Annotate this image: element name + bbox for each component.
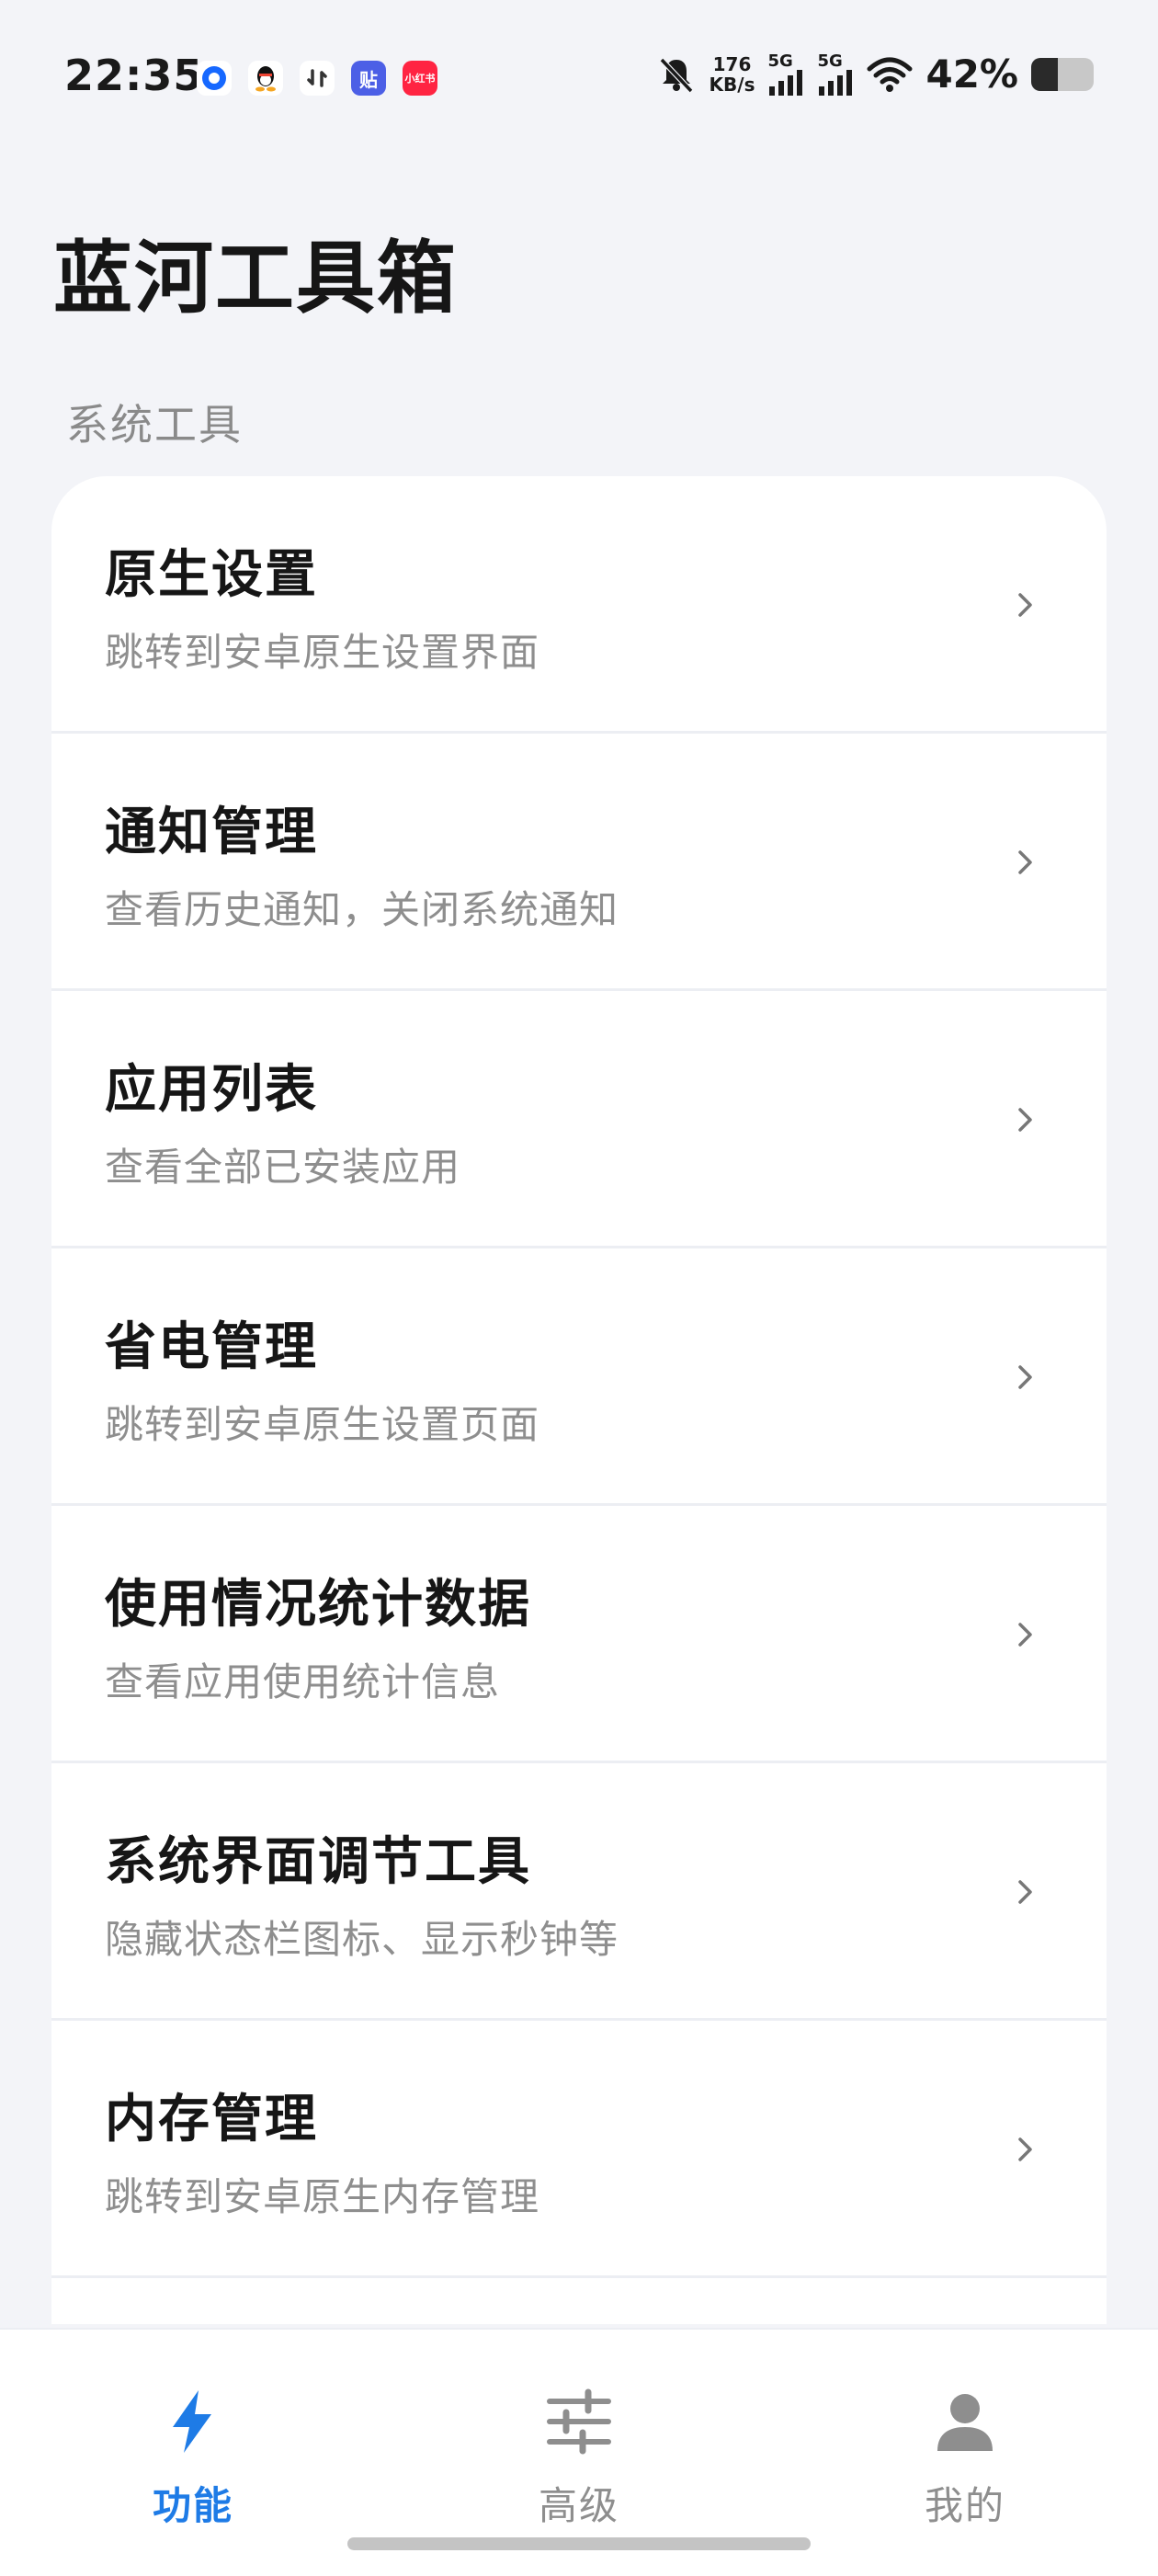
page-title: 蓝河工具箱 (53, 233, 458, 325)
tools-list: 原生设置 跳转到安卓原生设置界面 通知管理 查看历史通知，关闭系统通知 应用列表… (51, 476, 1107, 2324)
tab-label: 高级 (538, 2483, 619, 2528)
list-item-app-list[interactable]: 应用列表 查看全部已安装应用 (51, 991, 1107, 1248)
home-indicator[interactable] (347, 2537, 811, 2550)
list-item-memory-management[interactable]: 内存管理 跳转到安卓原生内存管理 (51, 2021, 1107, 2278)
list-item-notification-management[interactable]: 通知管理 查看历史通知，关闭系统通知 (51, 734, 1107, 991)
item-subtitle: 查看全部已安装应用 (105, 1145, 461, 1190)
battery-fill (1031, 57, 1058, 91)
chevron-right-icon (1018, 1880, 1032, 1904)
battery-percent: 42% (925, 51, 1018, 97)
item-subtitle: 跳转到安卓原生设置界面 (105, 630, 540, 675)
item-title: 应用列表 (105, 1060, 318, 1120)
network-speed: 176 KB/s (710, 54, 755, 95)
list-item-usage-stats[interactable]: 使用情况统计数据 查看应用使用统计信息 (51, 1506, 1107, 1763)
chevron-right-icon (1018, 2137, 1032, 2161)
sim2-label: 5G (817, 51, 843, 71)
item-subtitle: 查看历史通知，关闭系统通知 (105, 887, 619, 932)
item-subtitle: 查看应用使用统计信息 (105, 1659, 501, 1704)
xiaohongshu-icon: 小红书 (403, 61, 437, 96)
item-title: 系统界面调节工具 (105, 1832, 531, 1892)
tieba-icon: 贴 (351, 61, 386, 96)
status-time: 22:35 (64, 51, 204, 100)
sliders-icon (547, 2388, 611, 2455)
sim1-signal: 5G (767, 51, 804, 96)
item-subtitle: 跳转到安卓原生设置页面 (105, 1402, 540, 1447)
bell-off-icon (659, 57, 693, 93)
network-speed-value: 176 (712, 52, 752, 75)
chevron-right-icon (1018, 593, 1032, 617)
notification-icons: 贴 小红书 (197, 61, 437, 96)
item-title: 省电管理 (105, 1317, 318, 1377)
signal-bars-icon (769, 69, 803, 96)
status-right: 176 KB/s 5G 5G 42% (656, 51, 1094, 97)
tab-label: 我的 (924, 2483, 1005, 2528)
section-label: 系统工具 (66, 400, 243, 450)
list-item-power-management[interactable]: 省电管理 跳转到安卓原生设置页面 (51, 1248, 1107, 1506)
item-title: 内存管理 (105, 2090, 318, 2149)
status-bar: 22:35 贴 小红书 176 KB/s 5G 5G 42% (0, 0, 1158, 156)
item-title: 原生设置 (105, 545, 318, 605)
item-title: 通知管理 (105, 803, 318, 862)
chevron-right-icon (1018, 850, 1032, 874)
tab-features[interactable]: 功能 (101, 2385, 285, 2531)
chevron-right-icon (1018, 1365, 1032, 1389)
signal-bars-icon (819, 69, 853, 96)
item-title: 使用情况统计数据 (105, 1575, 531, 1635)
item-subtitle: 隐藏状态栏图标、显示秒钟等 (105, 1917, 619, 1962)
person-icon (937, 2394, 993, 2451)
tab-advanced[interactable]: 高级 (487, 2385, 671, 2531)
lightning-icon (173, 2390, 211, 2453)
tab-mine[interactable]: 我的 (873, 2385, 1057, 2531)
network-speed-unit: KB/s (709, 73, 755, 96)
item-subtitle: 跳转到安卓原生内存管理 (105, 2174, 540, 2219)
list-item-system-ui-tuner[interactable]: 系统界面调节工具 隐藏状态栏图标、显示秒钟等 (51, 1763, 1107, 2021)
sim2-signal: 5G (817, 51, 854, 96)
qq-icon (248, 61, 283, 96)
blue-circle-app-icon (197, 61, 232, 96)
chevron-right-icon (1018, 1108, 1032, 1132)
sim1-label: 5G (767, 51, 793, 71)
chevron-right-icon (1018, 1623, 1032, 1647)
sync-app-icon (300, 61, 335, 96)
wifi-icon (867, 57, 913, 92)
battery-icon (1031, 57, 1094, 91)
tab-label: 功能 (152, 2483, 233, 2528)
list-item-native-settings[interactable]: 原生设置 跳转到安卓原生设置界面 (51, 476, 1107, 734)
